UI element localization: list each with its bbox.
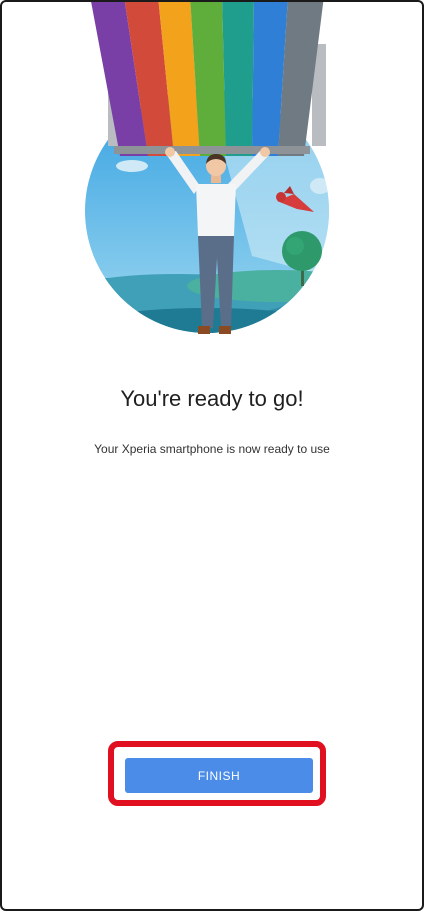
rainbow-banner (91, 2, 326, 156)
finish-button[interactable]: FINISH (125, 758, 313, 793)
phone-screen: You're ready to go! Your Xperia smartpho… (0, 0, 424, 911)
page-subtitle: Your Xperia smartphone is now ready to u… (94, 442, 330, 456)
illustration (62, 2, 352, 356)
page-title: You're ready to go! (120, 386, 304, 411)
setup-complete-illustration (85, 2, 329, 334)
